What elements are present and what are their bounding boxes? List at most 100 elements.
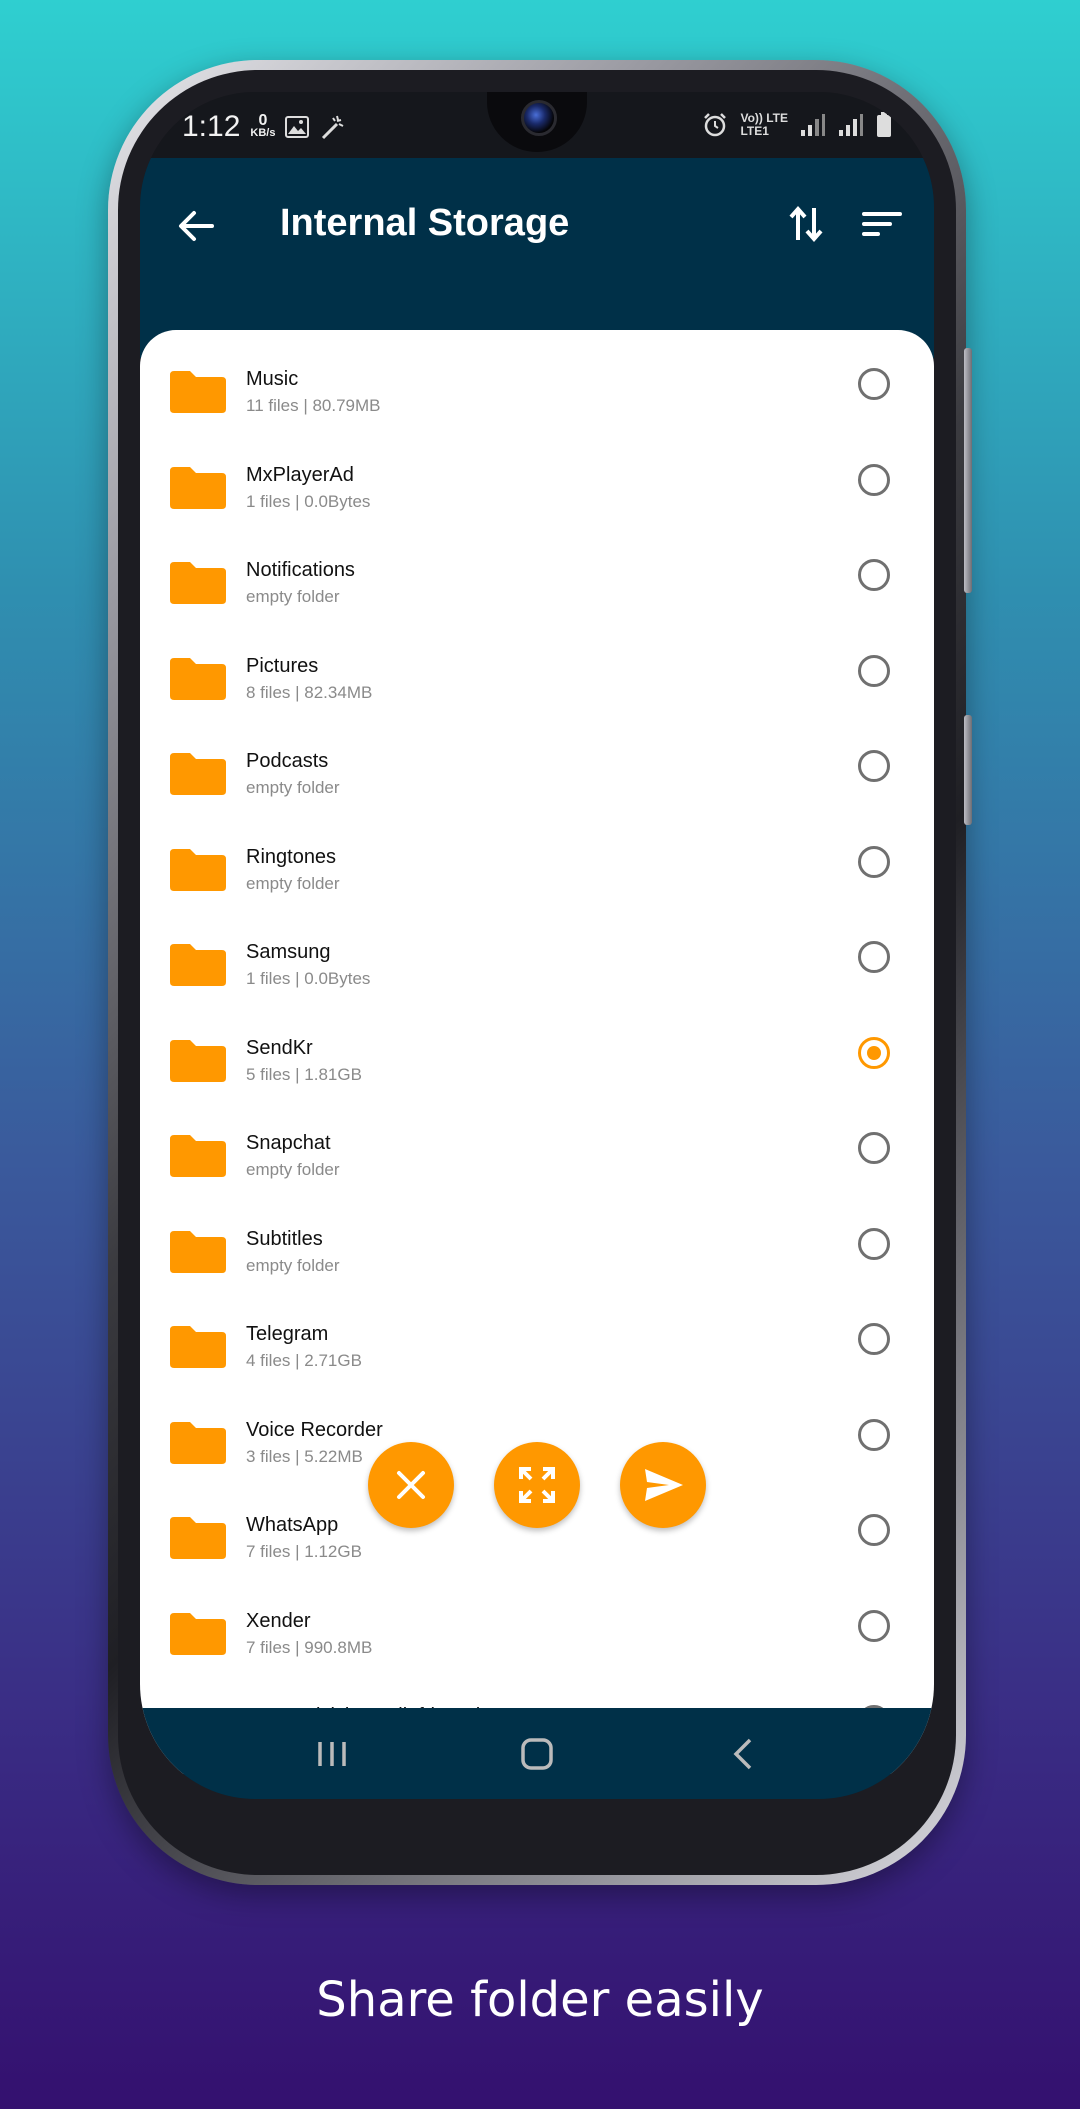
folder-meta: 7 files | 990.8MB — [246, 1637, 373, 1657]
folder-name: Snapchat — [246, 1132, 331, 1154]
select-radio[interactable] — [858, 1227, 890, 1260]
folder-icon — [170, 656, 226, 700]
home-icon[interactable] — [511, 1728, 563, 1780]
gallery-icon — [285, 116, 310, 138]
folder-list: Music 11 files | 80.79MB MxPlayerAd 1 files… — [140, 330, 934, 1774]
folder-icon — [170, 751, 226, 795]
folder-meta: 3 files | 5.22MB — [246, 1446, 363, 1466]
select-radio[interactable] — [858, 463, 890, 496]
select-all-button[interactable] — [494, 1442, 580, 1528]
list-item[interactable]: Ringtones empty folder — [140, 832, 934, 927]
cancel-button[interactable] — [368, 1442, 454, 1528]
folder-meta: 1 files | 0.0Bytes — [246, 969, 371, 988]
folder-meta: empty folder — [246, 873, 340, 893]
folder-icon — [170, 369, 226, 413]
folder-meta: 11 files | 80.79MB — [246, 396, 381, 415]
list-item[interactable]: Telegram 4 files | 2.71GB — [140, 1309, 934, 1404]
phone-power-button — [964, 715, 972, 825]
network-label-bottom: LTE1 — [740, 124, 769, 138]
folder-icon — [170, 1038, 226, 1082]
list-item[interactable]: Subtitles empty folder — [140, 1214, 934, 1309]
folder-name: Ringtones — [246, 845, 337, 868]
battery-icon — [877, 112, 891, 137]
status-time: 1:12 — [182, 110, 241, 143]
folder-name: WhatsApp — [246, 1514, 339, 1536]
select-radio[interactable] — [858, 368, 890, 400]
folder-icon — [170, 1324, 226, 1368]
page-title: Internal Storage — [280, 202, 570, 244]
alarm-icon — [704, 113, 727, 137]
folder-name: Podcasts — [246, 750, 329, 772]
select-radio[interactable] — [858, 654, 890, 687]
select-radio[interactable] — [858, 1132, 890, 1164]
select-radio[interactable] — [858, 1418, 890, 1451]
list-item[interactable]: Xender 7 files | 990.8MB — [140, 1596, 934, 1691]
list-item[interactable]: SendKr 5 files | 1.81GB — [140, 1023, 934, 1118]
select-radio[interactable] — [858, 1514, 890, 1546]
folder-name: MxPlayerAd — [246, 463, 354, 486]
list-item[interactable]: Samsung 1 files | 0.0Bytes — [140, 927, 934, 1022]
phone-volume-button — [964, 348, 972, 593]
folder-meta: 5 files | 1.81GB — [246, 1064, 362, 1084]
list-item[interactable]: Music 11 files | 80.79MB — [140, 354, 934, 449]
folder-name: Notifications — [246, 559, 355, 581]
select-radio[interactable] — [858, 750, 890, 782]
list-item[interactable]: MxPlayerAd 1 files | 0.0Bytes — [140, 450, 934, 545]
folder-name: Xender — [246, 1609, 311, 1632]
network-speed-unit: KB/s — [250, 127, 276, 139]
filter-icon[interactable] — [856, 198, 908, 250]
folder-icon — [170, 847, 226, 891]
folder-meta: 7 files | 1.12GB — [246, 1542, 362, 1561]
back-arrow-icon[interactable] — [168, 198, 224, 254]
network-speed-value: 0 — [258, 112, 268, 129]
folder-icon — [170, 560, 226, 604]
app-bar: Internal Storage Music 11 files | 80.79MB… — [140, 158, 934, 1774]
folder-name: Subtitles — [246, 1227, 323, 1250]
front-camera — [521, 100, 557, 136]
folder-meta: 4 files | 2.71GB — [246, 1351, 362, 1370]
folder-icon — [170, 1611, 226, 1655]
folder-meta: empty folder — [246, 1160, 340, 1179]
list-item[interactable]: Notifications empty folder — [140, 545, 934, 640]
signal-strength-icon-2 — [839, 114, 863, 136]
send-icon — [645, 1469, 683, 1501]
navigation-bar — [140, 1708, 934, 1799]
list-item[interactable]: Snapchat empty folder — [140, 1118, 934, 1213]
folder-meta: empty folder — [246, 778, 340, 797]
select-radio[interactable] — [858, 1036, 890, 1069]
folder-icon — [170, 1515, 226, 1559]
list-item[interactable]: Podcasts empty folder — [140, 736, 934, 831]
status-bar: 1:12 0 KB/s Vo)) LTE LTE1 — [140, 92, 934, 158]
magic-wand-icon — [322, 115, 344, 140]
folder-meta: 1 files | 0.0Bytes — [246, 491, 371, 511]
caption: Share folder easily — [316, 1972, 764, 2028]
network-speed: 0 KB/s — [250, 112, 276, 140]
recent-apps-icon[interactable] — [306, 1728, 358, 1780]
folder-icon — [170, 1229, 226, 1273]
back-nav-icon[interactable] — [718, 1728, 770, 1780]
sort-order-icon[interactable] — [780, 198, 832, 250]
folder-meta: 8 files | 82.34MB — [246, 682, 373, 702]
folder-name: Voice Recorder — [246, 1418, 383, 1441]
send-button[interactable] — [620, 1442, 706, 1528]
folder-icon — [170, 465, 226, 509]
folder-name: Telegram — [246, 1323, 329, 1345]
expand-icon — [519, 1467, 555, 1503]
folder-meta: empty folder — [246, 1255, 340, 1275]
select-radio[interactable] — [858, 1323, 890, 1355]
signal-strength-icon — [801, 114, 825, 136]
select-radio[interactable] — [858, 1609, 890, 1642]
phone-screen: 1:12 0 KB/s Vo)) LTE LTE1 Internal Stora… — [140, 92, 934, 1799]
select-radio[interactable] — [858, 941, 890, 973]
list-item[interactable]: Pictures 8 files | 82.34MB — [140, 641, 934, 736]
folder-meta: empty folder — [246, 587, 340, 606]
select-radio[interactable] — [858, 559, 890, 591]
select-radio[interactable] — [858, 845, 890, 878]
folder-name: SendKr — [246, 1036, 313, 1059]
folder-icon — [170, 942, 226, 986]
folder-icon — [170, 1420, 226, 1464]
folder-name: Samsung — [246, 941, 331, 963]
folder-name: Music — [246, 368, 299, 390]
folder-icon — [170, 1133, 226, 1177]
close-icon — [397, 1471, 425, 1499]
